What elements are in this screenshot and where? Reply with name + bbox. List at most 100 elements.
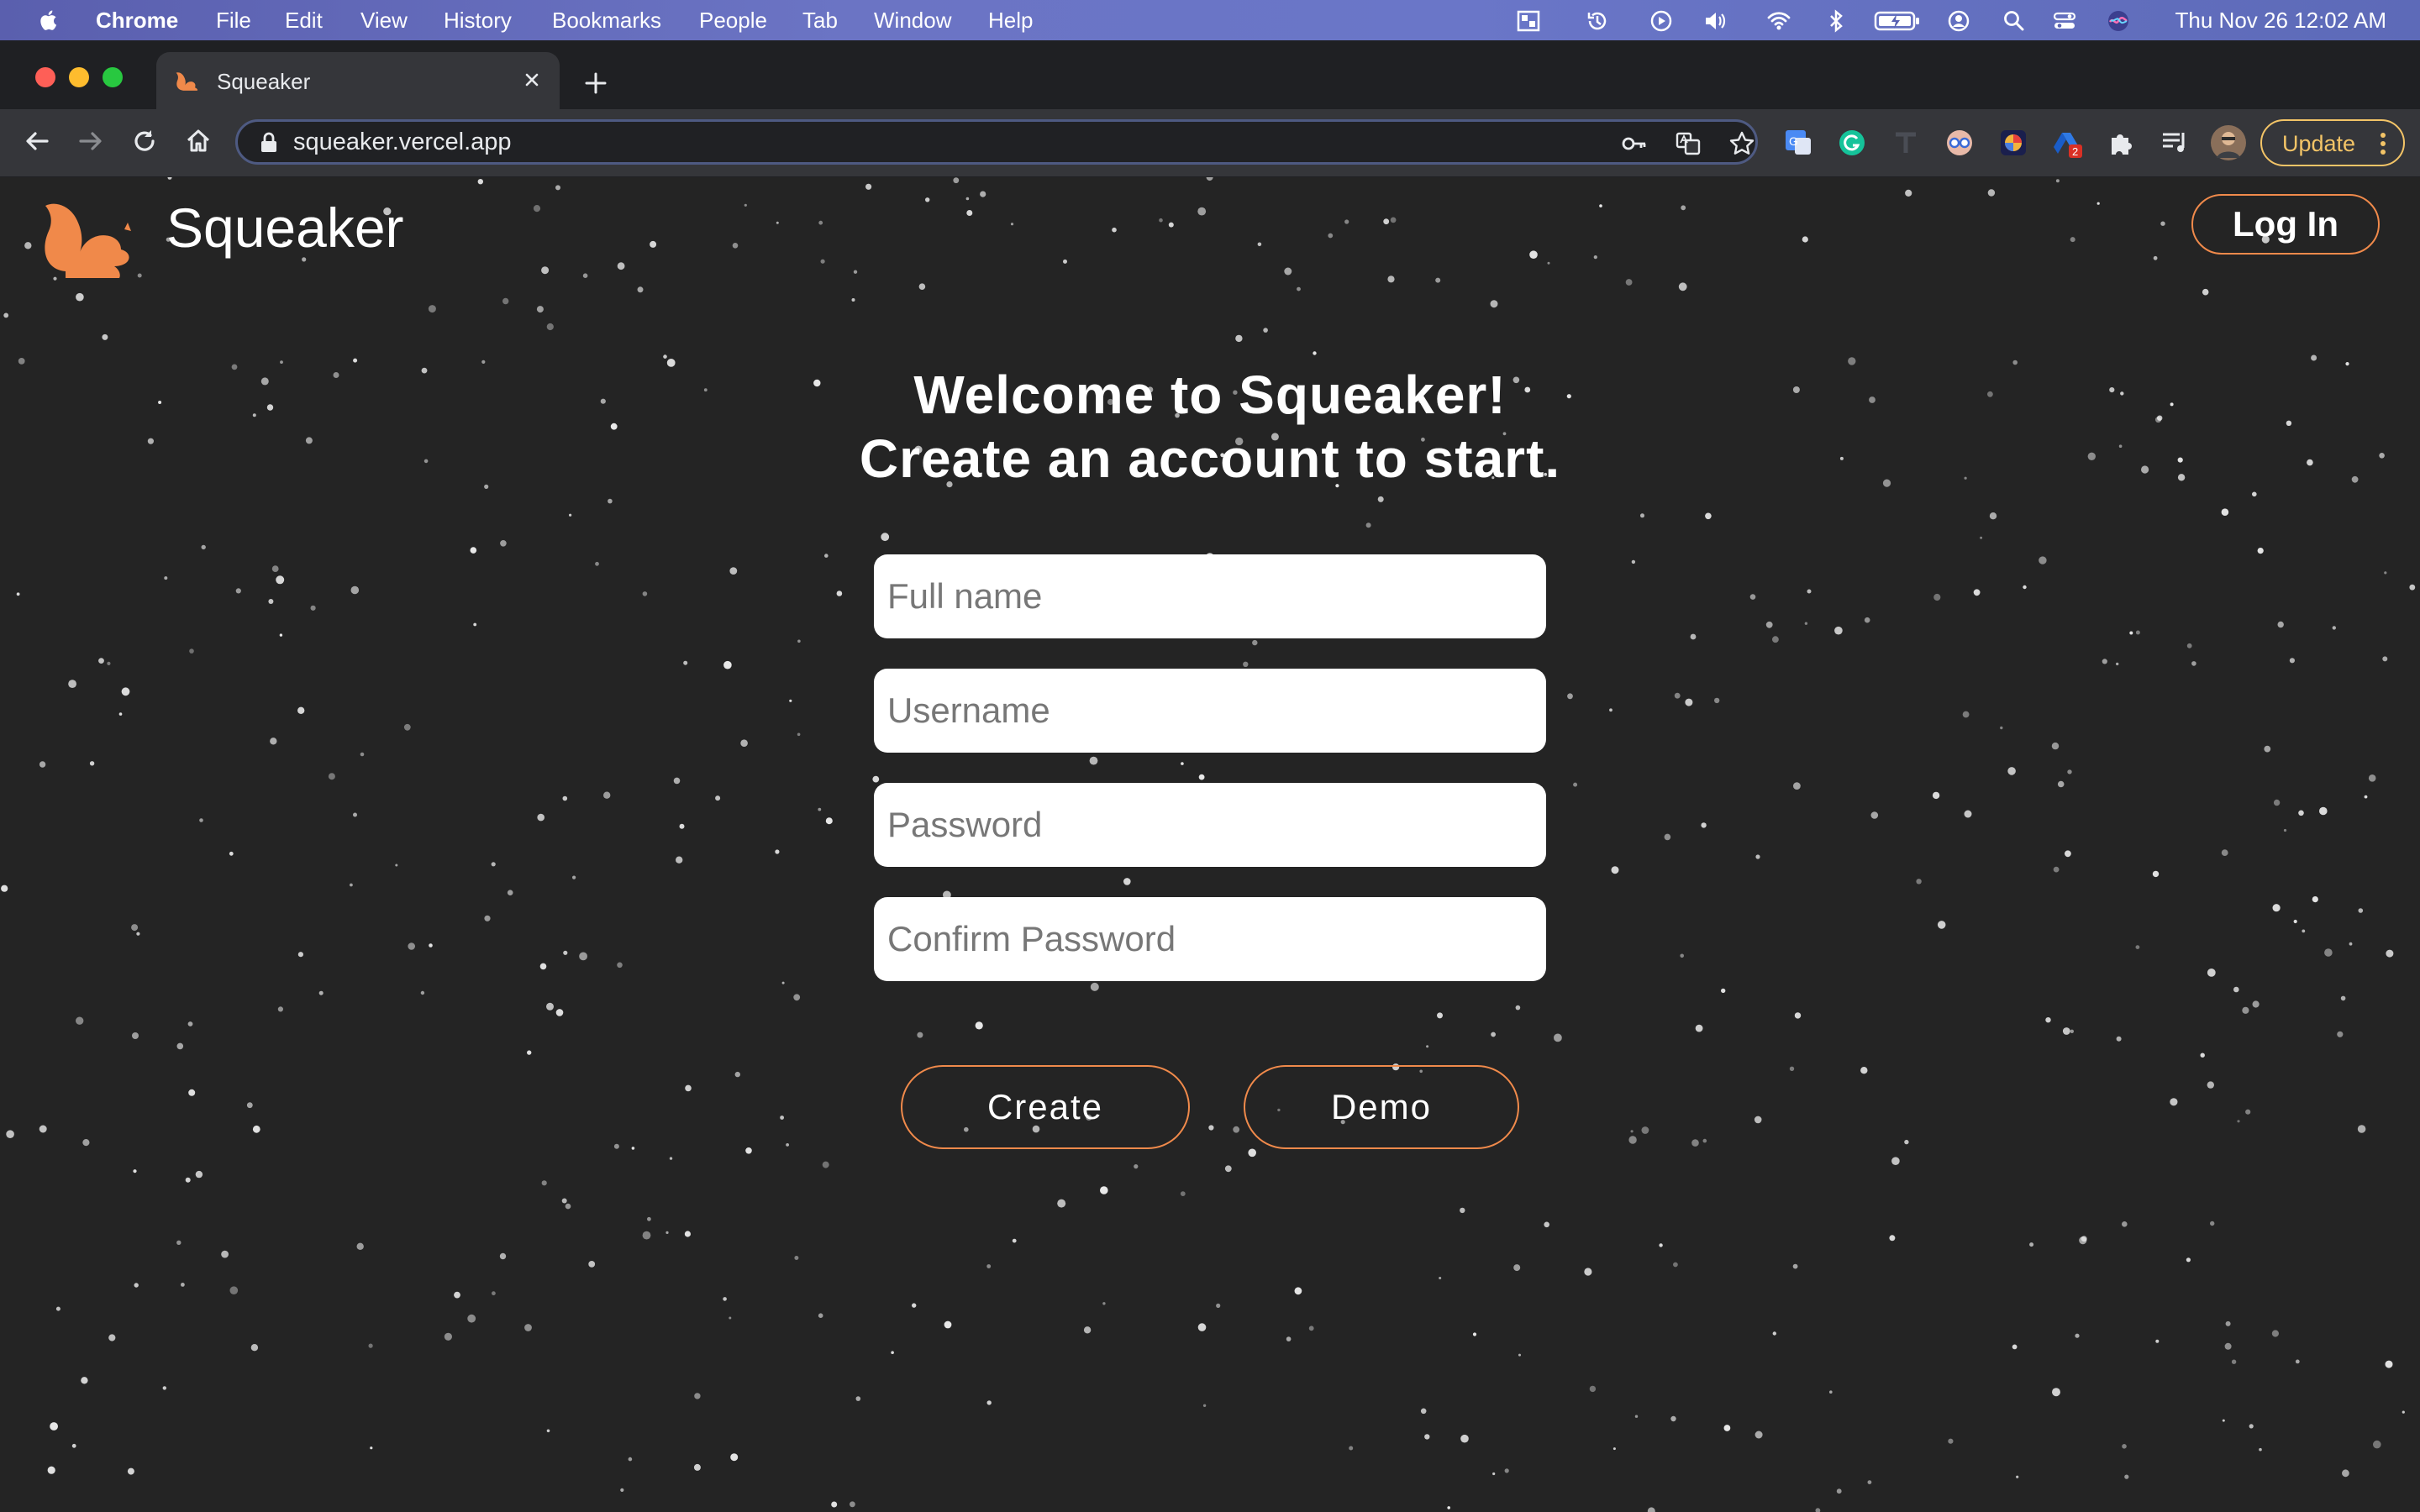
home-icon[interactable] — [183, 126, 213, 156]
squirrel-logo-icon[interactable] — [40, 187, 141, 280]
spotlight-search-icon[interactable] — [2002, 8, 2027, 34]
star-dot — [1439, 1277, 1442, 1279]
text-extension-icon[interactable] — [1891, 128, 1921, 158]
star-dot — [524, 1324, 532, 1331]
minimize-window-button[interactable] — [69, 67, 89, 87]
star-dot — [1634, 1415, 1639, 1418]
star-dot — [1390, 217, 1397, 223]
star-dot — [127, 1467, 134, 1475]
star-dot — [107, 661, 111, 666]
star-dot — [1197, 207, 1207, 216]
star-dot — [1802, 236, 1808, 243]
menu-bookmarks[interactable]: Bookmarks — [552, 8, 661, 34]
volume-icon[interactable] — [1702, 8, 1728, 34]
more-menu-icon[interactable] — [2380, 131, 2386, 156]
star-dot — [1472, 1332, 1477, 1336]
star-dot — [1815, 1508, 1821, 1512]
wifi-icon[interactable] — [1766, 8, 1791, 34]
star-dot — [492, 1291, 496, 1296]
star-dot — [2237, 1120, 2240, 1123]
menu-history[interactable]: History — [444, 8, 512, 34]
star-dot — [642, 1231, 651, 1240]
star-dot — [189, 648, 194, 654]
star-dot — [684, 1231, 692, 1237]
menu-app-chrome[interactable]: Chrome — [96, 8, 178, 34]
star-dot — [2160, 221, 2165, 226]
login-button[interactable]: Log In — [2191, 194, 2380, 255]
menu-file[interactable]: File — [216, 8, 251, 34]
star-dot — [1933, 593, 1941, 601]
password-input[interactable] — [874, 783, 1546, 867]
menu-view[interactable]: View — [360, 8, 408, 34]
star-dot — [776, 221, 779, 224]
star-dot — [965, 197, 970, 201]
bluetooth-icon[interactable] — [1823, 8, 1849, 34]
maximize-window-button[interactable] — [103, 67, 123, 87]
display-icon[interactable] — [1516, 8, 1541, 34]
color-wheel-extension-icon[interactable] — [1998, 128, 2028, 158]
star-dot — [620, 1488, 624, 1492]
update-button[interactable]: Update — [2260, 119, 2405, 166]
reading-list-icon[interactable] — [2160, 128, 2190, 158]
star-dot — [546, 1002, 554, 1011]
create-button[interactable]: Create — [901, 1065, 1190, 1149]
star-dot — [297, 952, 303, 958]
star-dot — [1344, 219, 1349, 224]
lock-icon[interactable] — [260, 132, 278, 154]
close-window-button[interactable] — [35, 67, 55, 87]
star-dot — [740, 739, 748, 747]
tab-squeaker[interactable]: Squeaker — [156, 52, 560, 109]
star-icon[interactable] — [1728, 130, 1755, 157]
back-arrow-icon[interactable] — [22, 126, 52, 156]
url-text[interactable]: squeaker.vercel.app — [293, 129, 512, 156]
brand-name[interactable]: Squeaker — [166, 196, 404, 260]
play-icon[interactable] — [1649, 8, 1674, 34]
glasses-extension-icon[interactable] — [1944, 128, 1975, 158]
user-account-icon[interactable] — [1946, 8, 1971, 34]
star-dot — [131, 924, 139, 932]
apple-icon[interactable] — [34, 5, 64, 35]
star-dot — [250, 1344, 259, 1352]
star-dot — [2337, 1031, 2344, 1037]
star-dot — [2191, 661, 2196, 666]
profile-avatar[interactable] — [2210, 124, 2247, 161]
full-name-input[interactable] — [874, 554, 1546, 638]
key-icon[interactable] — [1621, 130, 1648, 157]
time-machine-icon[interactable] — [1585, 8, 1610, 34]
star-dot — [1, 885, 8, 892]
svg-text:G: G — [1789, 134, 1798, 148]
star-dot — [1870, 811, 1879, 819]
google-translate-extension-icon[interactable]: G — [1783, 128, 1813, 158]
new-tab-icon[interactable] — [581, 69, 610, 97]
username-input[interactable] — [874, 669, 1546, 753]
star-dot — [50, 1422, 58, 1431]
star-dot — [1202, 1404, 1207, 1408]
reload-icon[interactable] — [129, 126, 160, 156]
star-dot — [2075, 1333, 2080, 1338]
close-tab-icon[interactable] — [519, 67, 544, 92]
star-dot — [966, 210, 973, 216]
star-dot — [1701, 822, 1707, 828]
demo-button[interactable]: Demo — [1244, 1065, 1519, 1149]
battery-icon[interactable] — [1874, 8, 1921, 34]
address-bar[interactable]: squeaker.vercel.app — [235, 119, 1758, 165]
star-dot — [2252, 491, 2257, 497]
drive-extension-icon[interactable]: 2 — [2052, 128, 2082, 158]
menu-edit[interactable]: Edit — [285, 8, 323, 34]
grammarly-icon[interactable] — [1837, 128, 1867, 158]
star-dot — [1695, 1024, 1703, 1032]
menu-window[interactable]: Window — [874, 8, 951, 34]
menu-tab[interactable]: Tab — [802, 8, 838, 34]
forward-arrow-icon[interactable] — [76, 126, 106, 156]
siri-icon[interactable] — [2106, 8, 2131, 34]
star-dot — [1168, 222, 1174, 228]
star-dot — [603, 791, 611, 799]
confirm-password-input[interactable] — [874, 897, 1546, 981]
menubar-clock[interactable]: Thu Nov 26 12:02 AM — [2175, 8, 2386, 34]
menu-help[interactable]: Help — [988, 8, 1033, 34]
translate-icon[interactable] — [1675, 130, 1702, 157]
control-center-icon[interactable] — [2052, 8, 2077, 34]
star-dot — [1224, 1165, 1232, 1173]
puzzle-icon[interactable] — [2106, 128, 2136, 158]
menu-people[interactable]: People — [699, 8, 767, 34]
